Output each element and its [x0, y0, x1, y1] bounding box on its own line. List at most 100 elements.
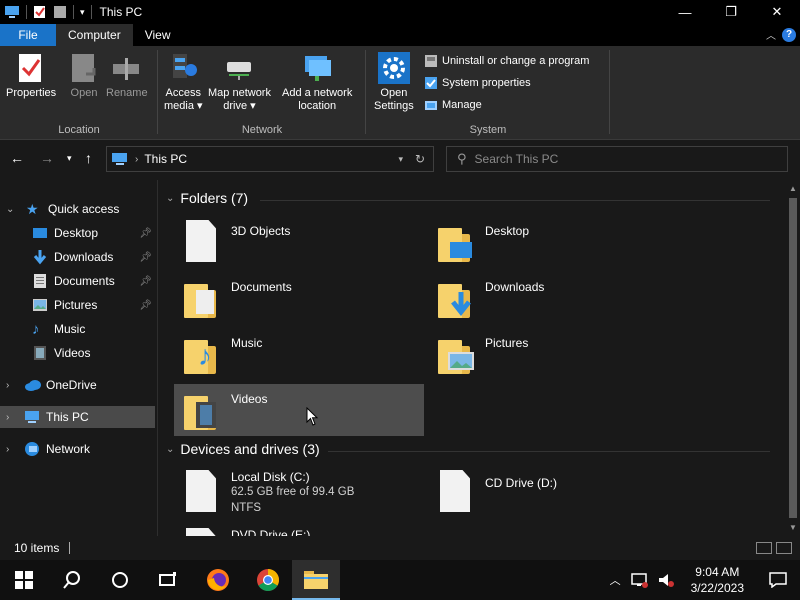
search-button[interactable]	[48, 560, 96, 600]
network-location-icon	[301, 52, 333, 84]
open-button[interactable]: Open	[68, 52, 100, 100]
system-tray: ︿ 9:04 AM 3/22/2023	[604, 560, 800, 600]
volume-muted-icon[interactable]	[657, 572, 675, 588]
start-button[interactable]	[0, 560, 48, 600]
drives-group-header[interactable]: ⌄ Devices and drives (3)	[166, 441, 320, 457]
tab-view[interactable]: View	[133, 24, 183, 46]
location-group: Properties Open Rename Location	[0, 46, 158, 140]
folder-pictures[interactable]: Pictures	[428, 328, 678, 380]
open-settings-label-line1: Open	[380, 87, 408, 99]
nav-item-videos[interactable]: Videos	[32, 342, 158, 364]
nav-label: OneDrive	[46, 378, 97, 392]
cortana-button[interactable]	[96, 560, 144, 600]
drive-cd-d[interactable]: CD Drive (D:)	[428, 466, 678, 522]
manage-button[interactable]: Manage	[424, 98, 482, 112]
forward-arrow-icon[interactable]: →	[40, 150, 54, 166]
folder-downloads[interactable]: Downloads	[428, 272, 678, 324]
breadcrumb-chevron-icon[interactable]: ›	[135, 154, 138, 165]
folder-desktop[interactable]: Desktop	[428, 216, 678, 268]
network-group: Access media ▾ Map network drive ▾ Add a…	[158, 46, 366, 140]
map-drive-label-line2: drive ▾	[223, 100, 256, 112]
nav-network[interactable]: › Network	[0, 438, 158, 460]
nav-quick-access[interactable]: ⌄ ★ Quick access	[0, 198, 158, 220]
pin-icon[interactable]: 📌︎	[139, 228, 152, 239]
address-bar[interactable]: › This PC ▾ ↻	[106, 146, 434, 172]
folders-group-header[interactable]: ⌄ Folders (7)	[166, 190, 248, 206]
drive-name: Local Disk (C:)	[231, 470, 310, 484]
open-settings-button[interactable]: Open Settings	[374, 52, 414, 113]
pin-icon[interactable]: 📌︎	[139, 252, 152, 263]
pin-icon[interactable]: 📌︎	[139, 300, 152, 311]
add-network-location-button[interactable]: Add a network location	[282, 52, 352, 113]
folder-videos[interactable]: Videos	[174, 384, 424, 436]
folder-documents[interactable]: Documents	[174, 272, 424, 324]
expand-ribbon-icon[interactable]: ︿	[766, 27, 776, 42]
group-title: Folders (7)	[180, 190, 249, 206]
scrollbar-thumb[interactable]	[789, 198, 797, 518]
properties-icon[interactable]	[33, 5, 47, 19]
chevron-right-icon[interactable]: ›	[6, 380, 9, 391]
access-media-icon	[167, 52, 199, 84]
drive-name: CD Drive (D:)	[485, 476, 557, 490]
chevron-right-icon[interactable]: ›	[6, 412, 9, 423]
customize-toolbar-icon[interactable]: ▾	[80, 7, 85, 18]
videos-folder-icon	[184, 388, 218, 432]
task-view-button[interactable]	[144, 560, 192, 600]
drive-local-c[interactable]: Local Disk (C:) 62.5 GB free of 99.4 GB …	[174, 466, 424, 522]
back-arrow-icon[interactable]: ←	[10, 150, 24, 166]
recent-locations-icon[interactable]: ▾	[67, 153, 72, 164]
system-properties-button[interactable]: System properties	[424, 76, 531, 90]
status-bar: 10 items	[0, 536, 800, 560]
folder-3d-objects[interactable]: 3D Objects	[174, 216, 424, 268]
new-folder-icon[interactable]	[53, 5, 67, 19]
rename-button[interactable]: Rename	[106, 52, 148, 100]
network-status-icon[interactable]	[630, 572, 649, 588]
uninstall-icon	[424, 54, 438, 68]
nav-item-music[interactable]: ♪ Music	[32, 318, 158, 340]
breadcrumb[interactable]: This PC	[144, 152, 187, 166]
firefox-button[interactable]	[194, 560, 242, 600]
chevron-right-icon[interactable]: ›	[6, 444, 9, 455]
scroll-down-icon[interactable]: ▼	[789, 523, 797, 532]
scroll-up-icon[interactable]: ▲	[789, 184, 797, 193]
document-icon	[32, 273, 48, 289]
search-input[interactable]: ⚲ Search This PC	[446, 146, 788, 172]
address-dropdown-icon[interactable]: ▾	[398, 154, 403, 165]
computer-icon[interactable]	[4, 5, 20, 19]
chevron-down-icon[interactable]: ⌄	[166, 444, 174, 455]
nav-item-downloads[interactable]: Downloads 📌︎	[32, 246, 158, 268]
chevron-up-icon[interactable]: ︿	[610, 572, 621, 588]
tab-computer[interactable]: Computer	[56, 24, 133, 46]
refresh-icon[interactable]: ↻	[415, 152, 425, 166]
map-network-drive-button[interactable]: Map network drive ▾	[208, 52, 271, 113]
minimize-button[interactable]: —	[662, 0, 708, 24]
maximize-button[interactable]: ❐	[708, 0, 754, 24]
vertical-scrollbar[interactable]: ▲ ▼	[786, 180, 800, 536]
nav-item-pictures[interactable]: Pictures 📌︎	[32, 294, 158, 316]
nav-onedrive[interactable]: › OneDrive	[0, 374, 158, 396]
nav-item-documents[interactable]: Documents 📌︎	[32, 270, 158, 292]
chrome-button[interactable]	[244, 560, 292, 600]
file-explorer-button[interactable]	[292, 560, 340, 600]
properties-button[interactable]: Properties	[6, 52, 56, 100]
close-button[interactable]: ✕	[754, 0, 800, 24]
action-center-button[interactable]	[756, 560, 800, 600]
chevron-down-icon[interactable]: ⌄	[166, 193, 174, 204]
tab-file[interactable]: File	[0, 24, 56, 46]
add-location-label-line1: Add a network	[282, 87, 353, 99]
navigation-bar: ← → ▾ ↑ › This PC ▾ ↻ ⚲ Search This PC	[0, 140, 800, 180]
drive-dvd-e[interactable]: DVD Drive (E:)	[174, 524, 424, 536]
help-icon[interactable]: ?	[782, 27, 796, 42]
large-icons-view-icon[interactable]	[776, 542, 792, 554]
nav-this-pc[interactable]: › This PC	[0, 406, 155, 428]
up-arrow-icon[interactable]: ↑	[85, 150, 92, 166]
details-view-icon[interactable]	[756, 542, 772, 554]
clock[interactable]: 9:04 AM 3/22/2023	[691, 564, 744, 596]
folder-music[interactable]: ♪ Music	[174, 328, 424, 380]
chevron-down-icon[interactable]: ⌄	[6, 204, 14, 215]
access-media-button[interactable]: Access media ▾	[164, 52, 203, 113]
pin-icon[interactable]: 📌︎	[139, 276, 152, 287]
nav-item-desktop[interactable]: Desktop 📌︎	[32, 222, 158, 244]
computer-icon	[112, 153, 127, 165]
uninstall-program-button[interactable]: Uninstall or change a program	[424, 54, 589, 68]
